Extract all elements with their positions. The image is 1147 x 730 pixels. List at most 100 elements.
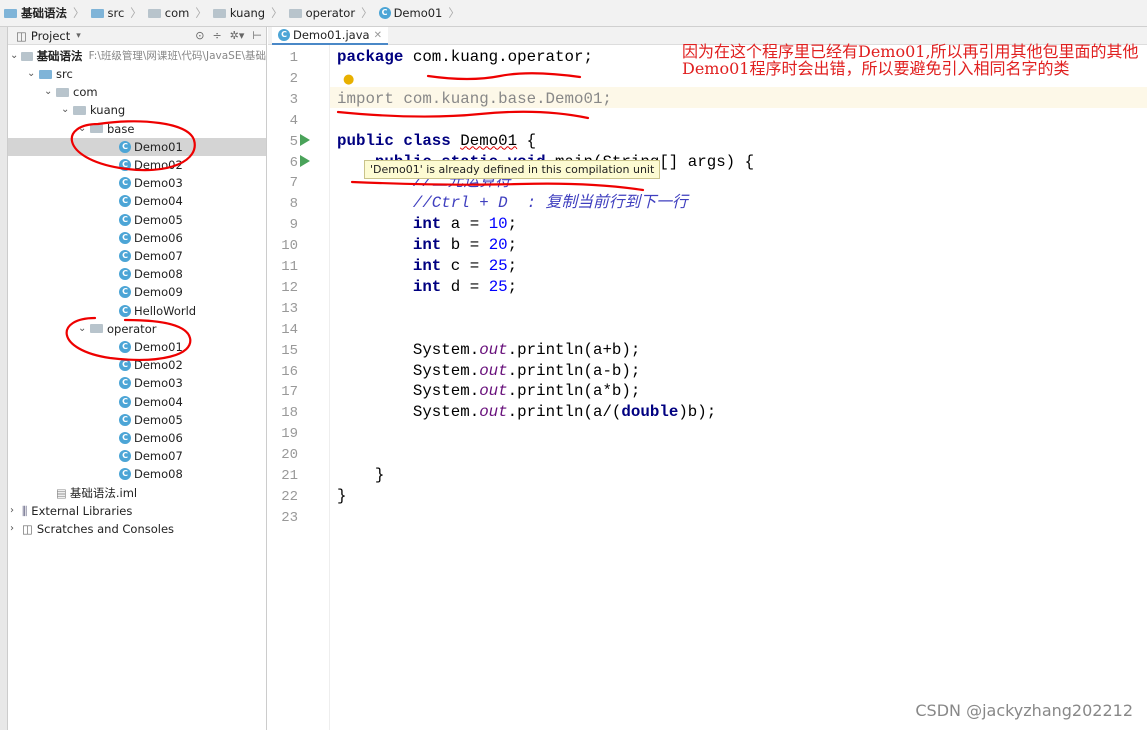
tree-item[interactable]: C Demo02 [8, 356, 266, 374]
run-icon[interactable] [300, 134, 310, 146]
tree-item[interactable]: C Demo05 [8, 411, 266, 429]
tree-item-label: Demo01 [134, 340, 183, 354]
code-line[interactable]: //Ctrl + D : 复制当前行到下一行 [337, 193, 688, 214]
run-icon[interactable] [300, 155, 310, 167]
tree-item[interactable]: C Demo05 [8, 211, 266, 229]
line-number: 23 [281, 509, 298, 526]
tree-item-label: Demo02 [134, 358, 183, 373]
tree-item[interactable]: ⌄ com [8, 83, 266, 101]
code-line[interactable]: int b = 20; [337, 235, 517, 256]
line-number: 12 [281, 279, 298, 296]
tree-item[interactable]: › ⫼ External Libraries [8, 502, 266, 520]
tree-item[interactable]: › ◫ Scratches and Consoles [8, 520, 266, 538]
chevron-right-icon[interactable]: › [10, 520, 22, 538]
tree-item[interactable]: ⌄ kuang [8, 101, 266, 119]
collapse-icon[interactable]: ÷ [212, 29, 221, 42]
tree-item[interactable]: ▤ 基础语法.iml [8, 484, 266, 502]
tree-item[interactable]: ⌄ operator [8, 320, 266, 338]
close-icon[interactable]: ✕ [374, 30, 382, 41]
code-line[interactable]: System.out.println(a+b); [337, 340, 641, 361]
error-tooltip: 'Demo01' is already defined in this comp… [364, 160, 661, 179]
code-line[interactable]: package com.kuang.operator; [337, 47, 593, 68]
tree-item[interactable]: C Demo08 [8, 465, 266, 483]
code-line[interactable]: } [337, 486, 346, 507]
java-class-icon: C [119, 413, 131, 426]
code-line[interactable]: int c = 25; [337, 256, 517, 277]
folder-icon [39, 69, 52, 79]
chevron-down-icon[interactable]: ⌄ [78, 120, 90, 138]
java-class-icon: C [278, 29, 290, 41]
project-view-selector[interactable]: Project [31, 29, 70, 43]
breadcrumb-item[interactable]: com [144, 0, 194, 27]
tree-item-label: Demo08 [134, 467, 183, 482]
line-number: 1 [289, 50, 298, 66]
lightbulb-icon[interactable]: ● [343, 72, 354, 87]
tree-item-label: External Libraries [31, 503, 133, 518]
line-number: 15 [281, 342, 298, 359]
tree-item[interactable]: C HelloWorld [8, 302, 266, 320]
tree-item[interactable]: C Demo09 [8, 283, 266, 301]
code-line[interactable]: System.out.println(a-b); [337, 361, 641, 382]
tree-item[interactable]: C Demo06 [8, 229, 266, 247]
left-tool-strip[interactable] [0, 27, 8, 730]
java-class-icon: C [119, 468, 131, 481]
code-line[interactable]: System.out.println(a*b); [337, 381, 641, 402]
tree-item-label: src [56, 67, 73, 81]
java-class-icon: C [119, 450, 131, 463]
breadcrumb-label: com [164, 6, 190, 20]
code-token: out [479, 382, 508, 401]
code-token: 25 [488, 277, 508, 296]
folder-icon [90, 324, 103, 334]
chevron-down-icon[interactable]: ⌄ [27, 65, 39, 83]
chevron-down-icon[interactable]: ⌄ [44, 83, 56, 101]
chevron-right-icon[interactable]: › [10, 502, 22, 520]
tree-item-label: HelloWorld [134, 303, 197, 318]
tab-demo01-java[interactable]: C Demo01.java ✕ [272, 27, 388, 45]
tree-item-root[interactable]: ⌄ 基础语法 F:\班级管理\网课班\代码\JavaSE\基础 [8, 47, 266, 65]
tree-item[interactable]: C Demo02 [8, 156, 266, 174]
breadcrumb-item[interactable]: operator [285, 0, 359, 27]
chevron-right-icon: 〉 [361, 6, 373, 20]
line-number: 5 [289, 133, 298, 150]
gear-icon[interactable]: ✲▾ [230, 29, 245, 42]
code-line[interactable]: int a = 10; [337, 214, 517, 235]
tree-item[interactable]: ⌄ src [8, 65, 266, 83]
breadcrumb-item[interactable]: C Demo01 [375, 0, 447, 27]
breadcrumb-item[interactable]: src [87, 0, 129, 27]
tree-item[interactable]: C Demo07 [8, 447, 266, 465]
tree-item-label: Demo01 [134, 139, 183, 154]
tree-item[interactable]: C Demo03 [8, 374, 266, 392]
chevron-down-icon[interactable]: ⌄ [61, 101, 73, 119]
tree-item[interactable]: C Demo01 [8, 338, 266, 356]
code-token: { [517, 131, 537, 150]
locate-icon[interactable]: ⊙ [195, 29, 204, 42]
breadcrumb-item[interactable]: kuang [209, 0, 269, 27]
java-class-icon: C [119, 286, 131, 299]
code-token: Demo01 [460, 131, 518, 150]
tree-item[interactable]: C Demo01 [8, 137, 266, 156]
tree-item[interactable]: C Demo03 [8, 174, 266, 192]
code-line[interactable]: System.out.println(a/(double)b); [337, 402, 716, 423]
code-line[interactable]: } [337, 465, 385, 486]
tab-label: Demo01.java [293, 28, 370, 42]
breadcrumb-item[interactable]: 基础语法 [0, 0, 71, 27]
tree-item[interactable]: C Demo04 [8, 393, 266, 411]
hide-panel-icon[interactable]: ⊢ [252, 29, 262, 42]
code-line[interactable]: import com.kuang.base.Demo01; [337, 89, 612, 110]
tree-item-label: com [73, 85, 98, 100]
code-line[interactable]: int d = 25; [337, 277, 517, 298]
code-line[interactable]: public class Demo01 { [337, 131, 536, 152]
chevron-down-icon[interactable]: ▾ [76, 31, 81, 41]
tree-item[interactable]: ⌄ base [8, 120, 266, 138]
tree-item[interactable]: C Demo04 [8, 192, 266, 210]
chevron-down-icon[interactable]: ⌄ [10, 47, 21, 65]
tree-item[interactable]: C Demo06 [8, 429, 266, 447]
tree-item[interactable]: C Demo08 [8, 265, 266, 283]
chevron-down-icon[interactable]: ⌄ [78, 320, 90, 338]
code-editor[interactable]: package com.kuang.operator; import com.ku… [330, 45, 1147, 730]
tree-item-label: Demo07 [134, 449, 183, 464]
tree-item[interactable]: C Demo07 [8, 247, 266, 265]
code-token: int [412, 257, 442, 275]
